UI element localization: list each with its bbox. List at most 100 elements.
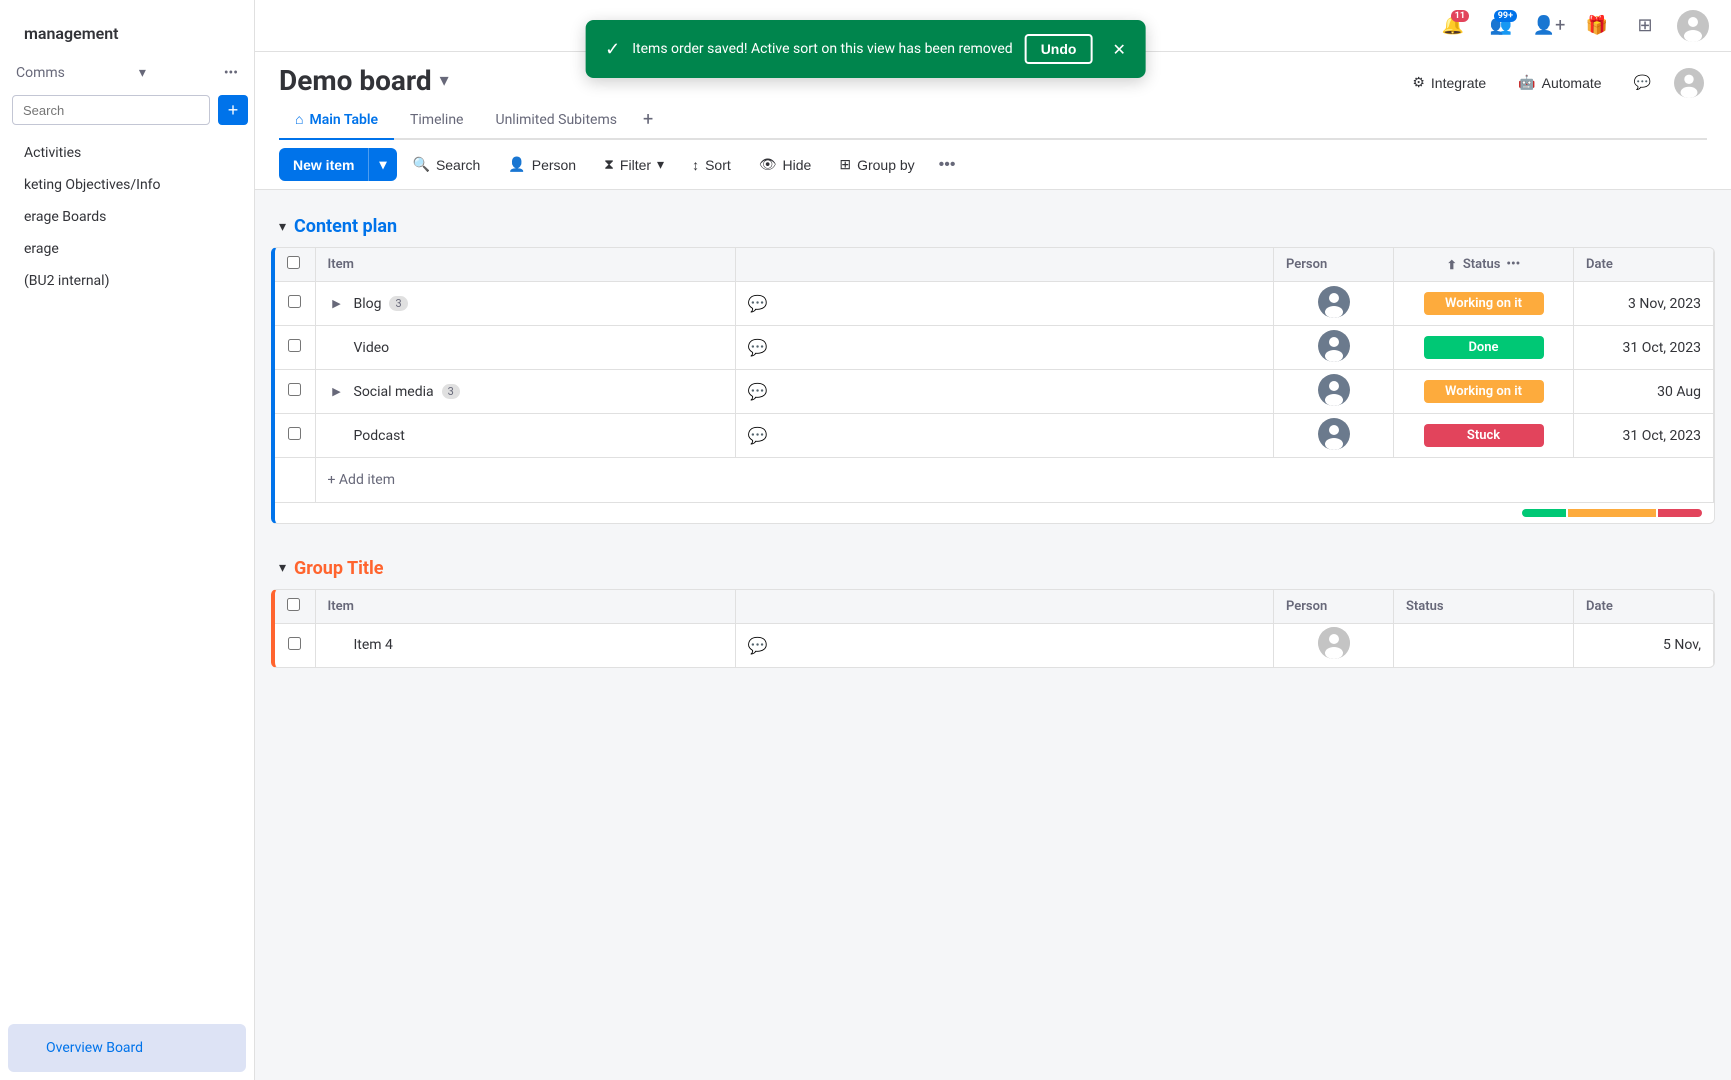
tab-label: Unlimited Subitems	[495, 112, 616, 128]
group-by-label: Group by	[857, 157, 915, 173]
row-status-cell[interactable]: Working on it	[1394, 370, 1574, 414]
th-status: Status	[1394, 590, 1574, 624]
filter-chevron-icon: ▾	[657, 156, 664, 173]
row-checkbox[interactable]	[288, 295, 301, 308]
th-status-label: Status	[1463, 257, 1501, 272]
apps-icon[interactable]: ⊞	[1627, 8, 1663, 44]
row-checkbox[interactable]	[288, 383, 301, 396]
tab-unlimited-subitems[interactable]: Unlimited Subitems	[479, 102, 632, 140]
row-item-cell: Video	[315, 326, 735, 370]
sidebar-item-boards[interactable]: erage Boards	[8, 201, 246, 233]
close-icon[interactable]: ✕	[1112, 40, 1125, 59]
comment-icon[interactable]: 💬	[748, 338, 768, 357]
more-options-button[interactable]: •••	[931, 149, 964, 181]
working-bar	[1568, 509, 1656, 517]
more-icon[interactable]: •••	[224, 65, 238, 81]
notifications-icon[interactable]: 🔔 11	[1435, 8, 1471, 44]
sort-label: Sort	[705, 157, 731, 173]
tab-label: Timeline	[410, 112, 463, 128]
row-person-cell	[1274, 414, 1394, 458]
avatar[interactable]	[1675, 8, 1711, 44]
table-row: Video 💬	[275, 326, 1714, 370]
add-item-cell[interactable]: + Add item	[315, 458, 1714, 502]
integrate-button[interactable]: ⚙ Integrate	[1400, 68, 1498, 97]
sidebar-group-header-comms[interactable]: Comms ▾ •••	[0, 59, 254, 87]
group-title-content-plan: Content plan	[294, 216, 397, 237]
avatar	[1318, 418, 1350, 450]
sidebar-item-marketing[interactable]: keting Objectives/Info	[8, 169, 246, 201]
hide-icon: 👁	[759, 156, 777, 173]
comment-icon[interactable]: 💬	[748, 636, 768, 655]
content-plan-table: Item Person ⬆ Status •••	[275, 248, 1714, 502]
row-date-cell: 31 Oct, 2023	[1574, 414, 1714, 458]
th-person-label: Person	[1286, 257, 1327, 272]
tab-timeline[interactable]: Timeline	[394, 102, 479, 140]
person-label: Person	[532, 157, 576, 173]
board-title: Demo board	[279, 64, 432, 97]
comments-button[interactable]: 💬	[1622, 68, 1663, 97]
row-checkbox-cell	[275, 326, 315, 370]
group-by-button[interactable]: ⊞ Group by	[827, 149, 926, 180]
undo-button[interactable]: Undo	[1025, 34, 1093, 64]
th-status-more-icon[interactable]: •••	[1506, 257, 1520, 272]
filter-button[interactable]: ⧗ Filter ▾	[592, 149, 676, 180]
status-badge: Working on it	[1424, 380, 1544, 403]
notification-badge: 11	[1451, 10, 1469, 22]
add-tab-button[interactable]: +	[633, 101, 663, 138]
row-status-cell[interactable]: Stuck	[1394, 414, 1574, 458]
search-label: Search	[436, 157, 480, 173]
select-all-checkbox[interactable]	[287, 256, 300, 269]
expand-icon[interactable]: ▶	[328, 383, 346, 401]
row-checkbox[interactable]	[288, 339, 301, 352]
comment-icon[interactable]: 💬	[748, 426, 768, 445]
gift-icon[interactable]: 🎁	[1579, 8, 1615, 44]
invite-icon[interactable]: 👤+	[1531, 8, 1567, 44]
tab-label: Main Table	[309, 112, 378, 128]
row-comment-cell: 💬	[735, 414, 1274, 458]
row-checkbox[interactable]	[288, 637, 301, 650]
row-comment-cell: 💬	[735, 282, 1274, 326]
group-header-group-title[interactable]: ▾ Group Title	[255, 548, 1731, 589]
status-badge: Stuck	[1424, 424, 1544, 447]
status-badge: Done	[1424, 336, 1544, 359]
sidebar-item-label: erage	[24, 241, 59, 257]
person-button[interactable]: 👤 Person	[496, 149, 588, 180]
sidebar-item-activities[interactable]: Activities	[8, 137, 246, 169]
done-bar	[1522, 509, 1566, 517]
filter-label: Filter	[620, 157, 651, 173]
expand-icon[interactable]: ▶	[328, 295, 346, 313]
sort-button[interactable]: ↕ Sort	[680, 150, 743, 180]
item-name: Item 4	[354, 637, 393, 653]
search-input[interactable]	[12, 95, 210, 125]
row-status-cell[interactable]: Working on it	[1394, 282, 1574, 326]
add-button[interactable]: +	[218, 95, 248, 125]
user-menu-button[interactable]	[1671, 65, 1707, 101]
automate-button[interactable]: 🤖 Automate	[1506, 68, 1613, 97]
row-person-cell	[1274, 326, 1394, 370]
filter-icon: ⧗	[604, 156, 614, 173]
sidebar-item-erage[interactable]: erage	[8, 233, 246, 265]
comment-icon[interactable]: 💬	[748, 294, 768, 313]
board-title-chevron[interactable]: ▾	[440, 70, 449, 91]
sidebar-item-bu2[interactable]: (BU2 internal)	[8, 265, 246, 297]
hide-button[interactable]: 👁 Hide	[747, 149, 824, 180]
th-person-label: Person	[1286, 599, 1327, 614]
tab-main-table[interactable]: ⌂ Main Table	[279, 101, 394, 140]
row-status-cell[interactable]: Done	[1394, 326, 1574, 370]
new-item-button[interactable]: New item ▾	[279, 148, 397, 181]
row-checkbox[interactable]	[288, 427, 301, 440]
new-item-dropdown-arrow[interactable]: ▾	[368, 148, 396, 181]
sidebar-item-overview[interactable]: Overview Board	[30, 1032, 224, 1064]
group-header-content-plan[interactable]: ▾ Content plan	[255, 206, 1731, 247]
search-button[interactable]: 🔍 Search	[401, 149, 493, 180]
th-status-label: Status	[1406, 599, 1444, 614]
updates-icon[interactable]: 👥 99+	[1483, 8, 1519, 44]
sidebar-item-label: Activities	[24, 145, 81, 161]
group-chevron-icon: ▾	[279, 560, 286, 576]
comment-icon[interactable]: 💬	[748, 382, 768, 401]
select-all-checkbox[interactable]	[287, 598, 300, 611]
th-status[interactable]: ⬆ Status •••	[1394, 248, 1574, 282]
th-checkbox	[275, 590, 315, 624]
add-item-row[interactable]: + Add item	[275, 458, 1714, 502]
group-group-title: ▾ Group Title Item	[255, 548, 1731, 669]
